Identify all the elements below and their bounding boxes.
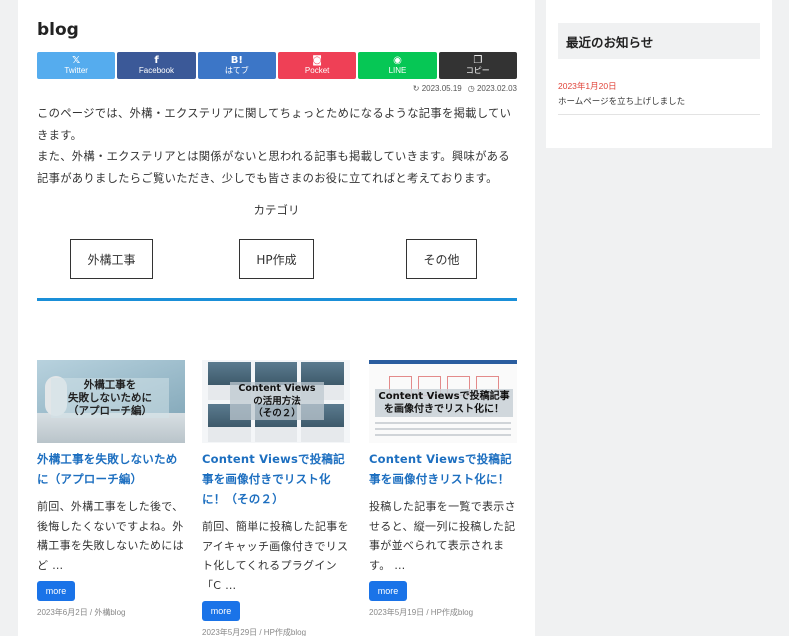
category-button-other[interactable]: その他 xyxy=(406,239,477,279)
news-divider xyxy=(558,114,760,115)
category-button-hp[interactable]: HP作成 xyxy=(239,239,314,279)
line-icon: ◉ xyxy=(393,55,402,66)
share-line-button[interactable]: ◉ LINE xyxy=(358,52,437,79)
news-date: 2023年1月20日 xyxy=(558,81,617,91)
post-card: Content Views の活用方法 （その２） Content Viewsで… xyxy=(202,360,350,636)
pocket-icon: ◙ xyxy=(312,55,322,66)
share-twitter-button[interactable]: 𝕏 Twitter xyxy=(37,52,116,79)
share-pocket-button[interactable]: ◙ Pocket xyxy=(277,52,357,79)
thumbnail-caption: Content Viewsで投稿記事 を画像付きでリスト化に！ xyxy=(375,389,513,417)
post-card: Content Viewsで投稿記事 を画像付きでリスト化に！ Content … xyxy=(369,360,517,618)
category-button-exterior[interactable]: 外構工事 xyxy=(70,239,153,279)
post-excerpt: 前回、外構工事をした後で、後悔したくないですよね。外構工事を失敗しないためにはど… xyxy=(37,500,184,572)
sidebar-heading: 最近のお知らせ xyxy=(558,23,760,59)
intro-paragraph: このページでは、外構・エクステリアに関してちょっとためになるような記事を掲載して… xyxy=(37,107,512,142)
published-date: ◷ 2023.02.03 xyxy=(467,84,517,93)
clock-icon: ◷ xyxy=(467,84,475,93)
share-hatena-button[interactable]: B! はてブ xyxy=(197,52,276,79)
post-card: 外構工事を 失敗しないために （アプローチ編） 外構工事を失敗しないために（アプ… xyxy=(37,360,185,618)
post-thumbnail[interactable]: Content Views の活用方法 （その２） xyxy=(202,360,350,443)
post-meta: 2023年5月19日 / HP作成blog xyxy=(369,608,474,617)
more-button[interactable]: more xyxy=(202,601,240,621)
intro-text: このページでは、外構・エクステリアに関してちょっとためになるような記事を掲載して… xyxy=(37,103,517,189)
thumbnail-caption: Content Views の活用方法 （その２） xyxy=(230,382,324,420)
post-excerpt: 投稿した記事を一覧で表示させると、縦一列に投稿した記事が並べられて表示されます。… xyxy=(369,500,516,572)
post-title-link[interactable]: Content Viewsで投稿記事を画像付きリスト化に！ xyxy=(369,449,517,489)
copy-link-button[interactable]: ❐ コピー xyxy=(438,52,517,79)
post-excerpt: 前回、簡単に投稿した記事をアイキャッチ画像付きでリスト化してくれるプラグイン「C… xyxy=(202,520,349,592)
post-meta: 2023年5月29日 / HP作成blog xyxy=(202,628,307,636)
page-title: blog xyxy=(37,20,79,40)
category-heading: カテゴリ xyxy=(253,203,300,217)
post-dates: ↻ 2023.05.19 ◷ 2023.02.03 xyxy=(413,84,517,93)
share-buttons: 𝕏 Twitter f Facebook B! はてブ ◙ Pocket ◉ L… xyxy=(37,52,517,79)
facebook-icon: f xyxy=(154,55,159,66)
twitter-icon: 𝕏 xyxy=(72,55,81,66)
share-facebook-button[interactable]: f Facebook xyxy=(117,52,196,79)
post-meta: 2023年6月2日 / 外構blog xyxy=(37,608,126,617)
refresh-icon: ↻ xyxy=(412,84,420,93)
post-title-link[interactable]: Content Viewsで投稿記事を画像付きでリスト化に！（その２） xyxy=(202,449,350,509)
post-title-link[interactable]: 外構工事を失敗しないために（アプローチ編） xyxy=(37,449,185,489)
post-thumbnail[interactable]: Content Viewsで投稿記事 を画像付きでリスト化に！ xyxy=(369,360,517,443)
copy-icon: ❐ xyxy=(473,55,483,66)
updated-date: ↻ 2023.05.19 xyxy=(412,84,462,93)
post-thumbnail[interactable]: 外構工事を 失敗しないために （アプローチ編） xyxy=(37,360,185,443)
thumbnail-caption: 外構工事を 失敗しないために （アプローチ編） xyxy=(51,378,169,418)
more-button[interactable]: more xyxy=(37,581,75,601)
more-button[interactable]: more xyxy=(369,581,407,601)
hatena-icon: B! xyxy=(230,55,243,66)
intro-paragraph: また、外構・エクステリアとは関係がないと思われる記事も掲載していきます。興味があ… xyxy=(37,150,510,185)
section-divider xyxy=(37,298,517,301)
news-item-link[interactable]: ホームページを立ち上げしました xyxy=(558,95,685,107)
